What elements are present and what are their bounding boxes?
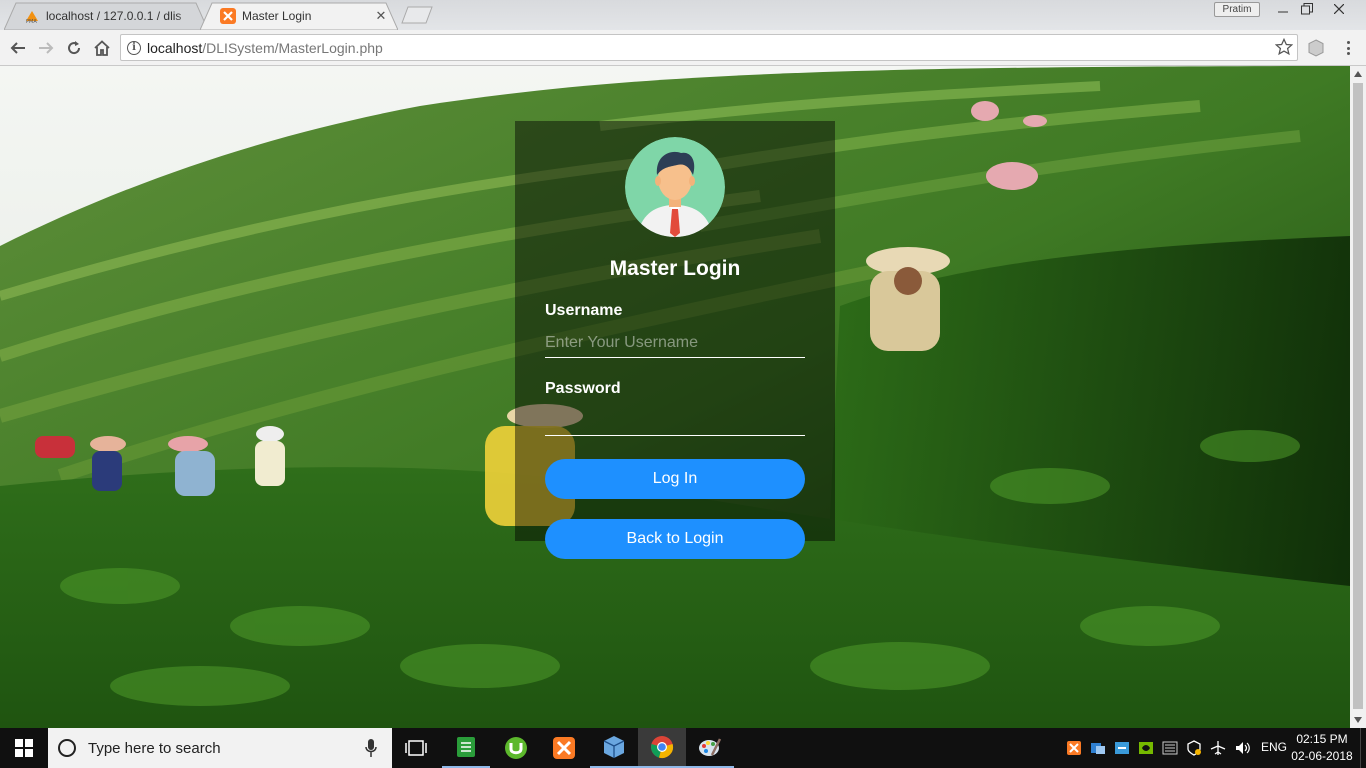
username-input[interactable] [545, 328, 805, 358]
volume-icon[interactable] [1234, 740, 1250, 756]
reload-icon[interactable] [64, 38, 84, 58]
search-placeholder: Type here to search [88, 739, 221, 757]
login-button[interactable]: Log In [545, 459, 805, 499]
clock-date: 02-06-2018 [1291, 749, 1353, 763]
notepad-icon[interactable] [442, 728, 490, 768]
user-avatar-icon [625, 137, 725, 237]
tab-label: localhost / 127.0.0.1 / dlis [46, 9, 182, 23]
chrome-icon[interactable] [638, 728, 686, 768]
utorrent-icon[interactable] [492, 728, 540, 768]
tab-label: Master Login [242, 9, 312, 23]
tab-master-login[interactable]: Master Login ✕ [200, 2, 398, 30]
xampp-tray-icon[interactable] [1066, 740, 1082, 756]
clock[interactable]: 02:15 PM 02-06-2018 [1290, 731, 1354, 765]
back-arrow-icon[interactable] [8, 38, 28, 58]
profile-button[interactable]: Pratim [1214, 2, 1260, 17]
extension-icon[interactable] [1306, 38, 1326, 58]
page-title: Master Login [609, 257, 741, 280]
username-label: Username [545, 302, 623, 319]
info-icon[interactable]: i [127, 40, 141, 55]
xampp-icon[interactable] [540, 728, 588, 768]
network-tray-icon[interactable] [1114, 740, 1130, 756]
menu-icon[interactable] [1342, 39, 1354, 57]
language-indicator[interactable]: ENG [1261, 740, 1287, 754]
xampp-icon [220, 8, 236, 24]
scroll-up-icon[interactable] [1350, 66, 1366, 82]
tab-phpmyadmin[interactable]: PMA localhost / 127.0.0.1 / dlis [4, 2, 208, 30]
url-host: localhost [147, 39, 203, 56]
forward-arrow-icon[interactable] [36, 38, 56, 58]
task-view-icon[interactable] [392, 728, 440, 768]
security-tray-icon[interactable] [1186, 740, 1202, 756]
browser-toolbar: i localhost/DLISystem/MasterLogin.php [0, 30, 1366, 66]
scroll-down-icon[interactable] [1350, 712, 1366, 728]
scroll-thumb[interactable] [1353, 83, 1363, 709]
url-path: /DLISystem/MasterLogin.php [202, 39, 383, 56]
paint-icon[interactable] [686, 728, 734, 768]
close-tab-icon[interactable]: ✕ [374, 9, 388, 23]
new-tab-button[interactable] [398, 6, 436, 24]
restore-icon[interactable] [1294, 0, 1320, 18]
close-window-icon[interactable] [1326, 0, 1352, 18]
bookmark-star-icon[interactable] [1275, 38, 1293, 56]
phpmyadmin-icon: PMA [24, 8, 40, 24]
minimize-icon[interactable] [1270, 0, 1296, 18]
microphone-icon[interactable] [364, 738, 378, 758]
windows-start-icon[interactable] [0, 728, 48, 768]
back-to-login-button[interactable]: Back to Login [545, 519, 805, 559]
airplane-mode-icon[interactable] [1210, 740, 1226, 756]
taskbar: Type here to search ENG 02:15 PM 02-06-2… [0, 728, 1366, 768]
virtualbox-icon[interactable] [590, 728, 638, 768]
cortana-icon [58, 739, 76, 757]
password-input[interactable] [545, 406, 805, 436]
home-icon[interactable] [92, 38, 112, 58]
display-tray-icon[interactable] [1162, 740, 1178, 756]
show-desktop-button[interactable] [1360, 728, 1366, 768]
taskbar-search[interactable]: Type here to search [48, 728, 392, 768]
address-bar[interactable]: i localhost/DLISystem/MasterLogin.php [120, 34, 1298, 61]
page-scrollbar[interactable] [1350, 66, 1366, 728]
nvidia-tray-icon[interactable] [1138, 740, 1154, 756]
svg-text:PMA: PMA [26, 19, 37, 24]
cloud-tray-icon[interactable] [1090, 740, 1106, 756]
tab-strip: PMA localhost / 127.0.0.1 / dlis Master … [0, 0, 1366, 30]
clock-time: 02:15 PM [1296, 732, 1348, 746]
password-label: Password [545, 380, 621, 397]
